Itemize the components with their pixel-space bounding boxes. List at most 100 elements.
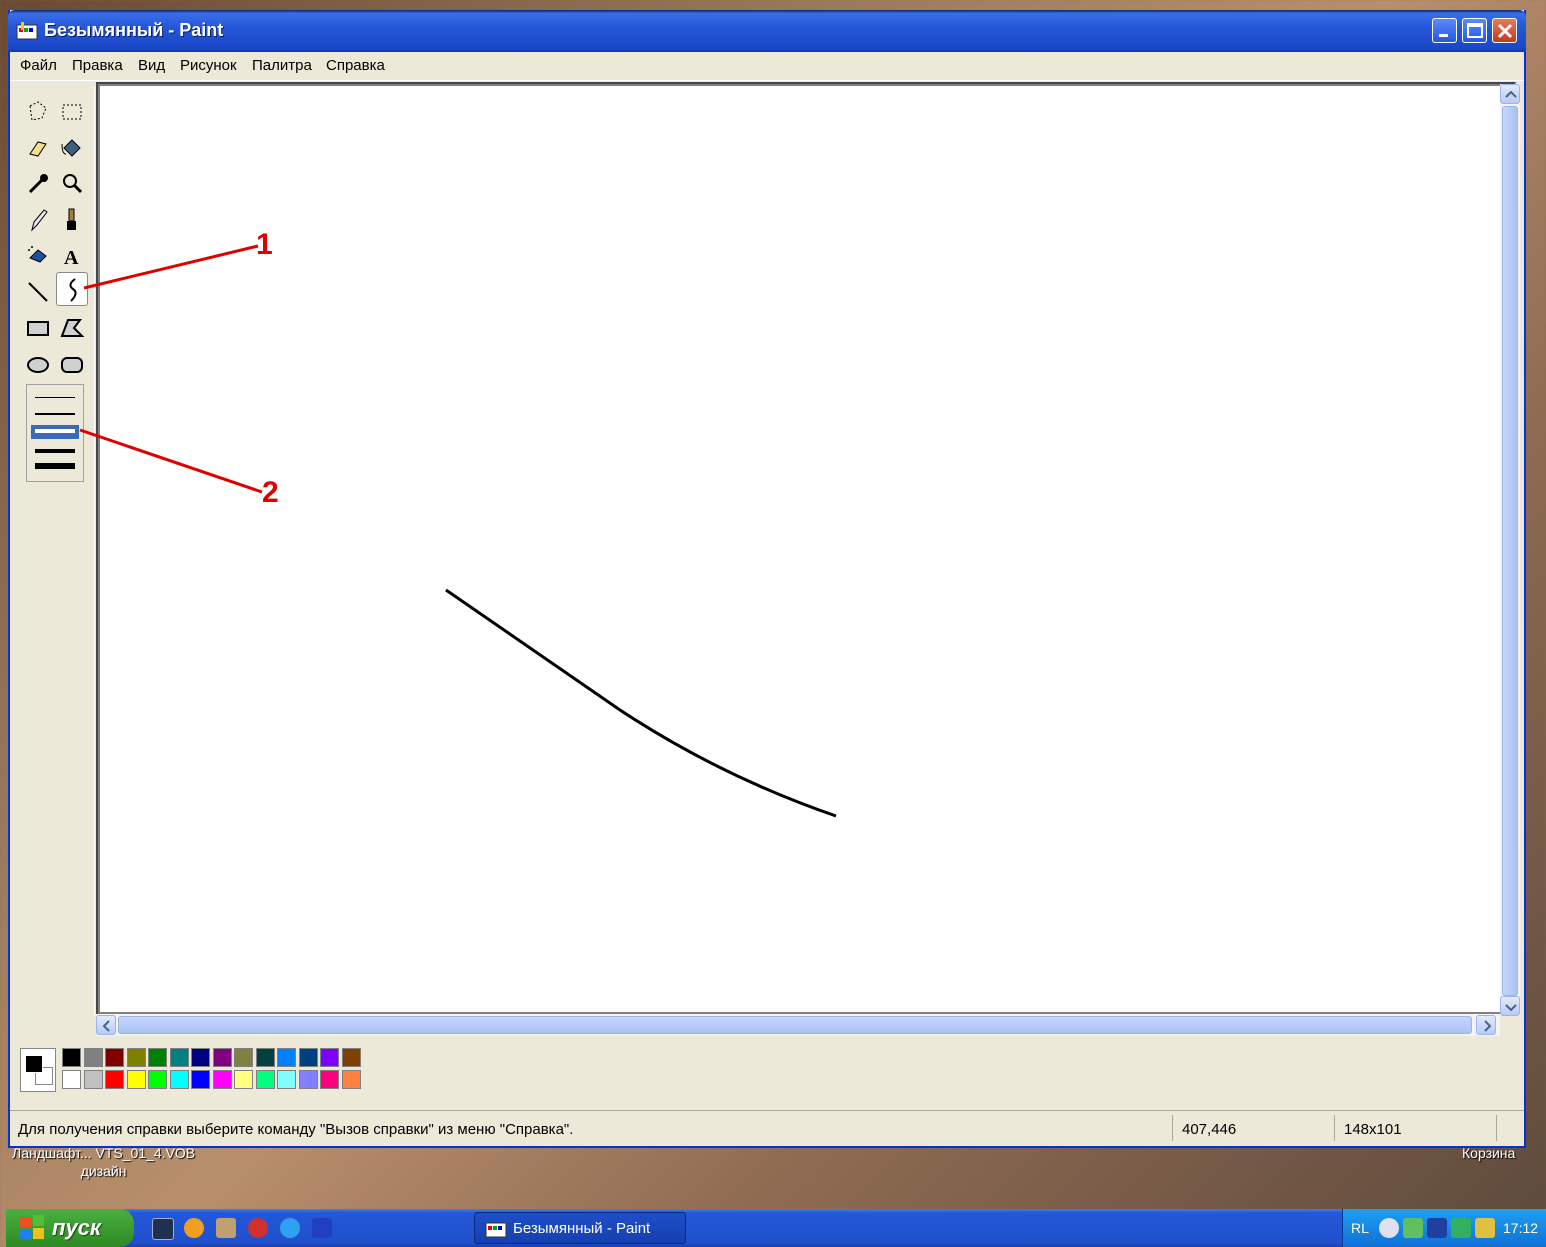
tray-back-icon[interactable] (1379, 1218, 1399, 1238)
line-width-4[interactable] (35, 449, 75, 453)
foreground-color[interactable] (25, 1055, 43, 1073)
brush-tool[interactable] (58, 206, 86, 234)
chevron-up-icon (1505, 90, 1517, 98)
pencil-tool[interactable] (24, 206, 52, 234)
status-separator (1496, 1115, 1497, 1141)
paint-window: Безымянный - Paint Файл Правка Вид Рисун… (8, 10, 1526, 1148)
palette-swatch[interactable] (212, 1070, 232, 1089)
palette-swatch[interactable] (126, 1070, 146, 1089)
polygon-tool[interactable] (58, 314, 86, 342)
free-select-icon (29, 101, 47, 121)
palette-swatch[interactable] (62, 1048, 81, 1067)
chevron-right-icon (1484, 1020, 1492, 1032)
close-icon (1497, 23, 1513, 39)
text-tool[interactable]: A (58, 242, 86, 270)
close-button[interactable] (1492, 18, 1517, 43)
drawn-curve (445, 588, 837, 818)
palette-swatch[interactable] (277, 1070, 296, 1089)
canvas-area (96, 82, 1516, 1016)
tray-chart-icon[interactable] (1475, 1218, 1495, 1238)
line-width-5[interactable] (35, 463, 75, 469)
tray-update-icon[interactable] (1451, 1218, 1471, 1238)
magnifier-tool[interactable] (58, 170, 86, 198)
menu-view[interactable]: Вид (138, 57, 165, 74)
taskbar-paint-button[interactable]: Безымянный - Paint (474, 1212, 686, 1244)
palette-swatch[interactable] (105, 1048, 124, 1067)
quicklaunch-opera-icon[interactable] (248, 1218, 268, 1238)
line-tool[interactable] (24, 278, 52, 306)
airbrush-tool[interactable] (24, 242, 52, 270)
palette-swatch[interactable] (148, 1070, 167, 1089)
scroll-right-button[interactable] (1476, 1015, 1496, 1035)
palette-swatch[interactable] (191, 1048, 210, 1067)
palette-swatch[interactable] (277, 1048, 296, 1067)
desktop-label-left[interactable]: Ландшафт... VTS_01_4.VOB дизайн (12, 1144, 195, 1180)
ellipse-tool[interactable] (24, 350, 52, 378)
palette-swatch[interactable] (234, 1070, 253, 1089)
status-help-text: Для получения справки выберите команду "… (18, 1121, 574, 1138)
rectangle-tool[interactable] (24, 314, 52, 342)
palette-swatch[interactable] (320, 1070, 339, 1089)
status-selection-size: 148x101 (1344, 1121, 1402, 1138)
line-width-3-selected[interactable] (31, 425, 79, 439)
menu-file[interactable]: Файл (20, 57, 57, 74)
rounded-rectangle-tool[interactable] (58, 350, 86, 378)
drawing-canvas[interactable] (100, 86, 1502, 1012)
quicklaunch-media-icon[interactable] (184, 1218, 204, 1238)
palette-swatch[interactable] (169, 1048, 189, 1067)
palette-swatch[interactable] (83, 1048, 103, 1067)
palette-swatch[interactable] (298, 1070, 318, 1089)
palette-swatch[interactable] (83, 1070, 103, 1089)
line-width-1[interactable] (35, 397, 75, 398)
windows-logo-icon (20, 1215, 44, 1239)
scroll-up-button[interactable] (1500, 84, 1520, 104)
status-coordinates: 407,446 (1182, 1121, 1237, 1138)
palette-swatch[interactable] (255, 1048, 275, 1067)
palette-swatch[interactable] (148, 1048, 167, 1067)
palette-swatch[interactable] (62, 1070, 81, 1089)
vertical-scroll-thumb[interactable] (1502, 106, 1518, 996)
line-icon (28, 282, 48, 302)
palette-swatch[interactable] (341, 1070, 361, 1089)
quicklaunch-app-icon[interactable] (312, 1218, 332, 1238)
color-picker-tool[interactable] (24, 170, 52, 198)
menu-edit[interactable]: Правка (72, 57, 123, 74)
maximize-button[interactable] (1462, 18, 1487, 43)
start-button[interactable]: пуск (6, 1209, 134, 1247)
quicklaunch-desktop-icon[interactable] (152, 1218, 174, 1240)
quicklaunch-ie-icon[interactable] (280, 1218, 300, 1238)
palette-swatch[interactable] (169, 1070, 189, 1089)
language-indicator[interactable]: RL (1351, 1220, 1369, 1236)
line-width-selector (26, 384, 84, 482)
palette-swatch[interactable] (320, 1048, 339, 1067)
free-select-tool[interactable] (24, 98, 52, 126)
eraser-tool[interactable] (24, 134, 52, 162)
palette-swatch[interactable] (212, 1048, 232, 1067)
menu-help[interactable]: Справка (326, 57, 385, 74)
palette-swatch[interactable] (105, 1070, 124, 1089)
line-width-2[interactable] (35, 413, 75, 415)
title-bar[interactable]: Безымянный - Paint (8, 10, 1526, 52)
rect-select-tool[interactable] (58, 98, 86, 126)
menu-palette[interactable]: Палитра (252, 57, 312, 74)
curve-tool[interactable] (56, 272, 88, 306)
quicklaunch-users-icon[interactable] (216, 1218, 236, 1238)
vertical-scrollbar[interactable] (1500, 84, 1520, 1016)
scroll-down-button[interactable] (1500, 996, 1520, 1016)
horizontal-scroll-thumb[interactable] (118, 1016, 1472, 1034)
tray-computer-icon[interactable] (1427, 1218, 1447, 1238)
system-tray: RL 17:12 (1342, 1209, 1546, 1247)
menu-image[interactable]: Рисунок (180, 57, 237, 74)
fill-tool[interactable] (58, 134, 86, 162)
palette-swatch[interactable] (126, 1048, 146, 1067)
palette-swatch[interactable] (341, 1048, 361, 1067)
palette-swatch[interactable] (255, 1070, 275, 1089)
palette-swatch[interactable] (234, 1048, 253, 1067)
scroll-left-button[interactable] (96, 1015, 116, 1035)
palette-swatch[interactable] (298, 1048, 318, 1067)
current-colors[interactable] (20, 1048, 56, 1092)
horizontal-scrollbar[interactable] (96, 1014, 1500, 1036)
palette-swatch[interactable] (191, 1070, 210, 1089)
minimize-button[interactable] (1432, 18, 1457, 43)
tray-network-icon[interactable] (1403, 1218, 1423, 1238)
